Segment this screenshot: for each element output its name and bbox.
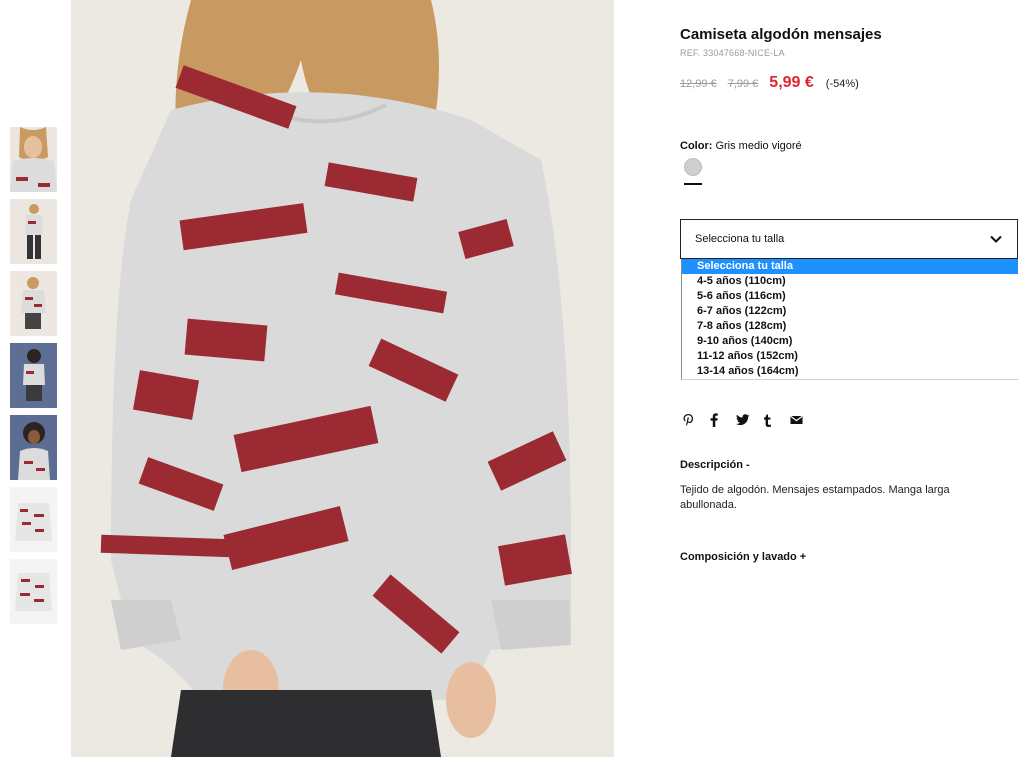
product-main-image[interactable] [71, 0, 614, 757]
size-option-placeholder[interactable]: Selecciona tu talla [682, 259, 1018, 274]
color-label: Color: Gris medio vigoré [680, 140, 802, 152]
size-option[interactable]: 4-5 años (110cm) [682, 274, 1018, 289]
tumblr-icon[interactable] [763, 412, 790, 428]
size-option[interactable]: 7-8 años (128cm) [682, 319, 1018, 334]
thumbnail-gallery [10, 127, 57, 631]
size-option[interactable]: 9-10 años (140cm) [682, 334, 1018, 349]
size-option[interactable]: 6-7 años (122cm) [682, 304, 1018, 319]
thumbnail-7[interactable] [10, 559, 57, 624]
composition-toggle[interactable]: Composición y lavado + [680, 551, 806, 563]
size-select-value: Selecciona tu talla [695, 233, 785, 245]
original-price: 12,99 € [680, 78, 717, 90]
thumbnail-4[interactable] [10, 343, 57, 408]
size-option[interactable]: 5-6 años (116cm) [682, 289, 1018, 304]
thumbnail-1[interactable] [10, 127, 57, 192]
price-block: 12,99 € 7,99 € 5,99 € (-54%) [680, 74, 859, 92]
size-select[interactable]: Selecciona tu talla [680, 219, 1018, 259]
twitter-icon[interactable] [736, 412, 763, 428]
thumbnail-5[interactable] [10, 415, 57, 480]
thumbnail-2[interactable] [10, 199, 57, 264]
description-text: Tejido de algodón. Mensajes estampados. … [680, 484, 950, 511]
chevron-down-icon [989, 232, 1003, 249]
size-option[interactable]: 13-14 años (164cm) [682, 364, 1018, 379]
product-title: Camiseta algodón mensajes [680, 26, 882, 43]
swatch-selected-indicator [684, 183, 702, 185]
email-icon[interactable] [790, 412, 817, 428]
sale-price: 5,99 € [769, 74, 814, 91]
description-toggle[interactable]: Descripción - [680, 459, 750, 471]
discount-badge: (-54%) [825, 78, 859, 90]
facebook-icon[interactable] [709, 412, 736, 428]
size-dropdown-list: Selecciona tu talla 4-5 años (110cm) 5-6 a… [681, 259, 1018, 380]
share-links [682, 412, 817, 428]
size-option[interactable]: 11-12 años (152cm) [682, 349, 1018, 364]
previous-price: 7,99 € [727, 78, 759, 90]
product-reference: REF. 33047668-NICE-LA [680, 48, 785, 58]
pinterest-icon[interactable] [682, 412, 709, 428]
thumbnail-6[interactable] [10, 487, 57, 552]
thumbnail-3[interactable] [10, 271, 57, 336]
color-value: Gris medio vigoré [715, 140, 802, 152]
color-label-key: Color: [680, 140, 713, 152]
color-swatch[interactable] [684, 158, 702, 176]
